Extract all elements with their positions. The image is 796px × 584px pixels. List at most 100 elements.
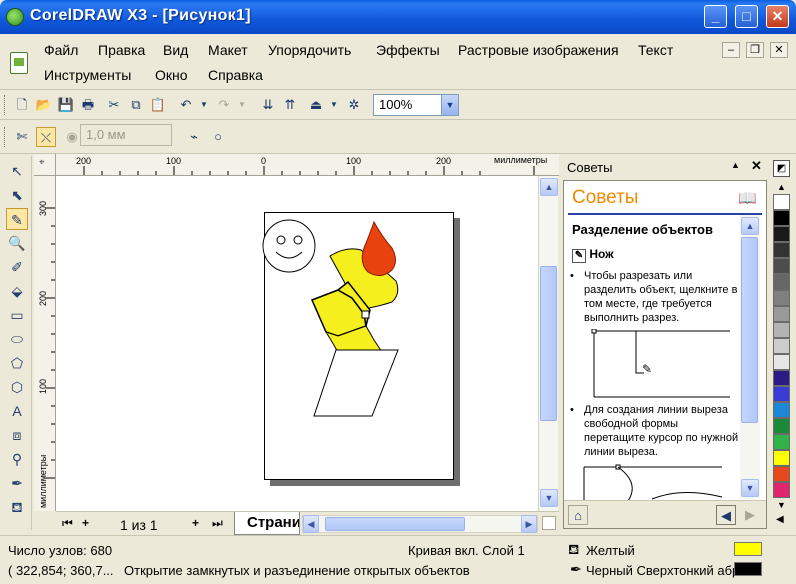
save-icon[interactable]: 💾 (56, 95, 76, 115)
tips-scroll-down-icon[interactable]: ▼ (741, 479, 759, 497)
first-page-icon[interactable]: ⏮ (62, 516, 73, 531)
undo-icon[interactable]: ↶ (176, 95, 196, 115)
mdi-restore-button[interactable]: ❐ (746, 42, 764, 58)
color-swatch[interactable] (773, 338, 790, 354)
color-swatch[interactable] (773, 434, 790, 450)
color-swatch[interactable] (773, 194, 790, 210)
scroll-up-icon[interactable]: ▲ (540, 178, 558, 196)
knife-options-icon[interactable]: ⌁ (184, 127, 204, 147)
menu-file[interactable]: Файл (44, 42, 78, 58)
vertical-scrollbar[interactable]: ▲ ▼ (538, 176, 558, 511)
parallelogram-object[interactable] (313, 349, 399, 417)
menu-text[interactable]: Текст (638, 42, 673, 58)
zoom-tool-icon[interactable]: 🔍 (6, 232, 28, 254)
launcher-dropdown-icon[interactable]: ▼ (324, 95, 344, 115)
vertical-ruler[interactable]: 300 200 100 миллиметры (34, 176, 56, 511)
basic-shapes-tool-icon[interactable]: ⬡ (6, 376, 28, 398)
copy-icon[interactable]: ⧉ (126, 95, 146, 115)
color-swatch[interactable] (773, 274, 790, 290)
color-swatch[interactable] (773, 258, 790, 274)
smart-fill-tool-icon[interactable]: ⬙ (6, 280, 28, 302)
color-swatch[interactable] (773, 386, 790, 402)
print-icon[interactable]: 🖶 (78, 95, 98, 115)
shape-tool-icon[interactable]: ⬉ (6, 184, 28, 206)
new-document-icon[interactable]: 🗋 (12, 95, 32, 115)
color-swatch[interactable] (773, 290, 790, 306)
mdi-minimize-button[interactable]: – (722, 42, 740, 58)
scroll-left-icon[interactable]: ◀ (303, 515, 319, 533)
page-tab[interactable]: Страница 1 (234, 512, 300, 535)
import-icon[interactable]: ⇊ (258, 95, 278, 115)
horizontal-ruler[interactable]: 200 100 0 100 200 миллиметры (56, 154, 559, 176)
vertical-scroll-thumb[interactable] (540, 266, 557, 421)
navigator-icon[interactable] (542, 516, 556, 530)
color-swatch[interactable] (773, 322, 790, 338)
menu-tools[interactable]: Инструменты (44, 67, 131, 83)
welcome-screen-icon[interactable]: ✲ (344, 95, 364, 115)
minimize-button[interactable]: _ (704, 5, 727, 28)
document-icon[interactable] (10, 52, 28, 74)
color-swatch[interactable] (773, 482, 790, 498)
rectangle-tool-icon[interactable]: ▭ (6, 304, 28, 326)
color-swatch[interactable] (773, 402, 790, 418)
palette-options-icon[interactable]: ◩ (773, 160, 790, 177)
menu-effects[interactable]: Эффекты (376, 42, 440, 58)
export-icon[interactable]: ⇈ (280, 95, 300, 115)
remain-one-object-icon[interactable]: ⤬ (36, 127, 56, 147)
eyedropper-tool-icon[interactable]: ⚲ (6, 448, 28, 470)
horizontal-scroll-thumb[interactable] (325, 517, 465, 531)
color-swatch[interactable] (773, 370, 790, 386)
coreldraw-app-icon[interactable] (6, 8, 24, 26)
color-swatch[interactable] (773, 226, 790, 242)
menu-help[interactable]: Справка (208, 67, 263, 83)
text-tool-icon[interactable]: A (6, 400, 28, 422)
menu-window[interactable]: Окно (155, 67, 188, 83)
fill-color-swatch[interactable] (734, 542, 762, 556)
palette-expand-icon[interactable]: ◀ (776, 514, 784, 525)
last-page-icon[interactable]: ⏭ (212, 516, 223, 531)
add-page-after-icon[interactable]: + (192, 516, 199, 530)
scroll-down-icon[interactable]: ▼ (540, 489, 558, 507)
color-swatch[interactable] (773, 354, 790, 370)
open-icon[interactable]: 📂 (34, 95, 54, 115)
tips-scroll-up-icon[interactable]: ▲ (741, 217, 759, 235)
color-swatch[interactable] (773, 210, 790, 226)
docker-close-icon[interactable]: ✕ (751, 158, 762, 174)
menu-layout[interactable]: Макет (208, 42, 248, 58)
docker-collapse-icon[interactable]: ▲ (731, 160, 740, 170)
color-swatch[interactable] (773, 450, 790, 466)
tips-scroll-thumb[interactable] (741, 237, 758, 423)
red-drop-object[interactable] (361, 220, 396, 276)
zoom-level-select[interactable]: 100% ▼ (373, 94, 459, 116)
tips-book-icon[interactable]: 📖 (738, 189, 757, 207)
ellipse-tool-icon[interactable]: ⬭ (6, 328, 28, 350)
menu-arrange[interactable]: Упорядочить (268, 42, 351, 58)
auto-close-icon[interactable]: ✄ (12, 127, 32, 147)
knife-tool-icon[interactable]: ✎ (6, 208, 28, 230)
undo-dropdown-icon[interactable]: ▼ (194, 95, 214, 115)
circle-option-icon[interactable]: ○ (208, 127, 228, 147)
color-swatch[interactable] (773, 242, 790, 258)
tips-home-icon[interactable]: ⌂ (568, 505, 588, 525)
paste-icon[interactable]: 📋 (148, 95, 168, 115)
palette-scroll-up-icon[interactable]: ▲ (777, 182, 786, 192)
smiley-face-object[interactable] (262, 219, 316, 273)
outline-tool-icon[interactable]: ✒ (6, 472, 28, 494)
toolbar-grip[interactable] (4, 95, 7, 115)
maximize-button[interactable]: □ (735, 5, 758, 28)
menu-bitmaps[interactable]: Растровые изображения (458, 42, 619, 58)
add-page-before-icon[interactable]: + (82, 516, 89, 530)
close-button[interactable]: ✕ (766, 5, 789, 28)
tips-back-icon[interactable]: ◀ (716, 505, 736, 525)
menu-view[interactable]: Вид (163, 42, 188, 58)
polygon-tool-icon[interactable]: ⬠ (6, 352, 28, 374)
ruler-origin-icon[interactable]: ⌖ (34, 154, 56, 176)
menu-edit[interactable]: Правка (98, 42, 145, 58)
application-launcher-icon[interactable]: ⏏ (306, 95, 326, 115)
scroll-right-icon[interactable]: ▶ (521, 515, 537, 533)
interactive-blend-tool-icon[interactable]: ⧈ (6, 424, 28, 446)
cut-node-handle[interactable] (361, 310, 370, 319)
color-swatch[interactable] (773, 418, 790, 434)
fill-tool-icon[interactable]: ⛾ (6, 496, 28, 518)
mdi-close-button[interactable]: ✕ (770, 42, 788, 58)
